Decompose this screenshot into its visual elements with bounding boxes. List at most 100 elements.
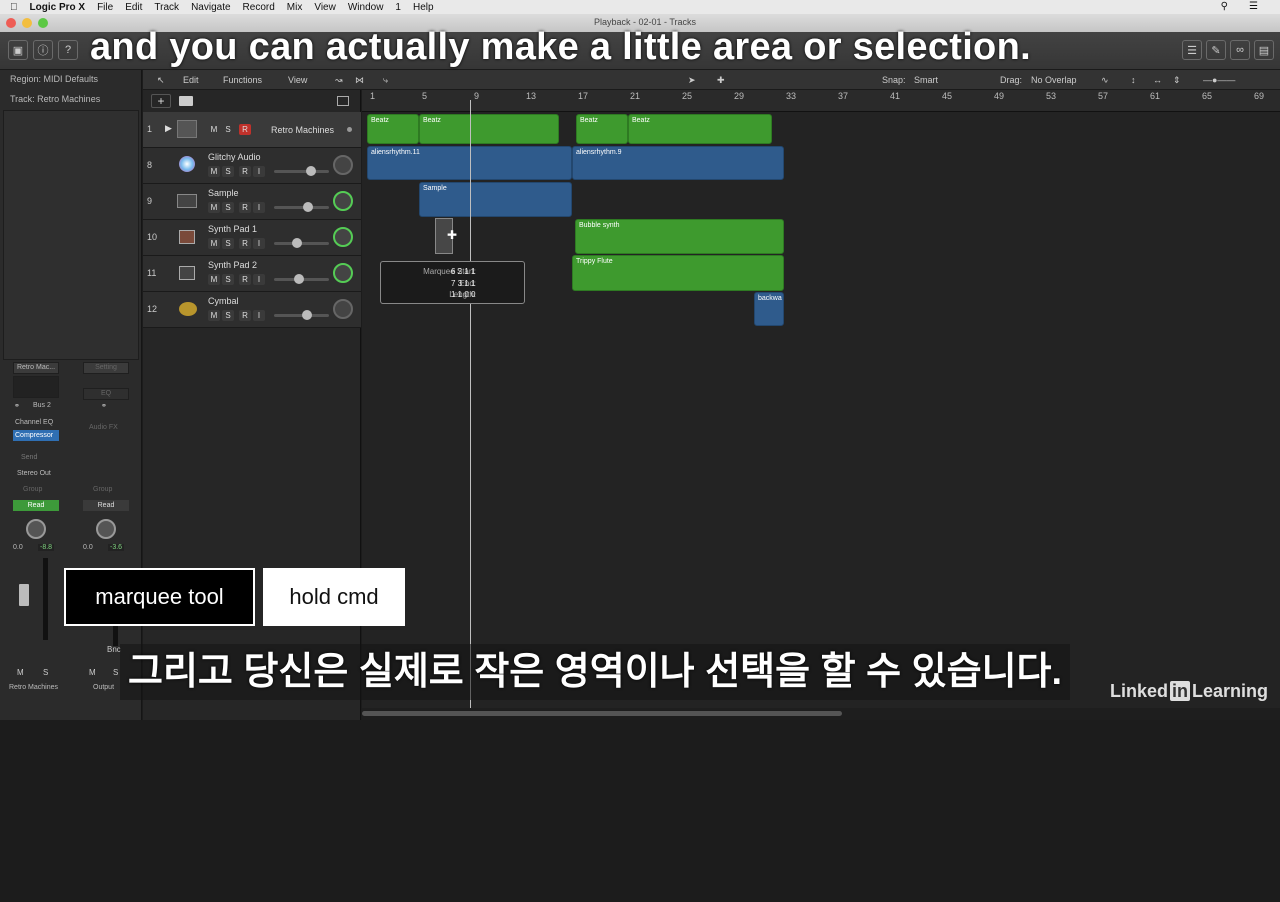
region-beatz[interactable]: Beatz: [576, 114, 628, 144]
compressor-slot[interactable]: Compressor: [13, 430, 59, 441]
volume-knob[interactable]: [294, 274, 304, 284]
pan-knob-2[interactable]: [96, 519, 116, 539]
region-beatz[interactable]: Beatz: [367, 114, 419, 144]
menu-track[interactable]: Track: [154, 2, 179, 13]
menu-record[interactable]: Record: [243, 2, 275, 13]
track-9[interactable]: 9 Sample M S R I: [143, 184, 361, 220]
solo-button-2[interactable]: S: [113, 668, 118, 677]
pan-knob[interactable]: [333, 227, 353, 247]
inspector-icon[interactable]: ⓘ: [33, 40, 53, 60]
menu-view[interactable]: View: [314, 2, 336, 13]
list-editors-icon[interactable]: ☰: [1182, 40, 1202, 60]
record-button[interactable]: R: [239, 238, 251, 249]
catch-icon[interactable]: ⤷: [383, 75, 388, 86]
link-icon[interactable]: ⚭: [14, 402, 20, 410]
mute-button[interactable]: M: [208, 202, 220, 213]
pan-knob[interactable]: [333, 191, 353, 211]
pan-knob[interactable]: [26, 519, 46, 539]
edit-menu[interactable]: Edit: [183, 75, 199, 85]
volume-knob[interactable]: [302, 310, 312, 320]
functions-menu[interactable]: Functions: [223, 75, 262, 85]
volume-fader[interactable]: [19, 584, 29, 606]
solo-button[interactable]: S: [222, 124, 234, 135]
minimize-window-button[interactable]: [22, 18, 32, 28]
tracks-area[interactable]: Beatz Beatz Beatz Beatz aliensrhythm.11 …: [362, 112, 1280, 708]
volume-knob[interactable]: [292, 238, 302, 248]
global-tracks-icon[interactable]: [337, 96, 349, 106]
menu-help[interactable]: Help: [413, 2, 434, 13]
horizontal-scrollbar[interactable]: [362, 708, 1280, 720]
track-name[interactable]: Synth Pad 2: [208, 260, 257, 270]
track-name[interactable]: Synth Pad 1: [208, 224, 257, 234]
send-slot[interactable]: Send: [21, 454, 37, 461]
region-inspector-header[interactable]: Region: MIDI Defaults: [10, 74, 98, 84]
note-pad-icon[interactable]: ✎: [1206, 40, 1226, 60]
volume-slider[interactable]: [274, 274, 329, 284]
mute-button[interactable]: M: [208, 166, 220, 177]
apple-icon[interactable]: : [10, 2, 18, 13]
bar-ruler[interactable]: 1 5 9 13 17 21 25 29 33 37 41 45 49 53 5…: [362, 90, 1280, 112]
region-trippy-flute[interactable]: Trippy Flute: [572, 255, 784, 291]
flex-icon[interactable]: ⋈: [355, 75, 364, 86]
vertical-zoom-icon[interactable]: ⇕: [1173, 75, 1181, 86]
pan-knob[interactable]: [333, 155, 353, 175]
loop-browser-icon[interactable]: ∞: [1230, 40, 1250, 60]
group-slot-2[interactable]: Group: [93, 486, 112, 493]
track-name[interactable]: Sample: [208, 188, 239, 198]
input-monitor-button[interactable]: I: [253, 274, 265, 285]
setting-button-2[interactable]: Setting: [83, 362, 129, 374]
volume-slider[interactable]: [274, 202, 329, 212]
automation-mode[interactable]: Read: [13, 500, 59, 511]
marquee-tool-icon[interactable]: ✚: [717, 75, 725, 86]
input-monitor-button[interactable]: I: [253, 166, 265, 177]
solo-button[interactable]: S: [222, 274, 234, 285]
track-1[interactable]: 1 ▶ M S R Retro Machines: [143, 112, 361, 148]
automation-icon[interactable]: ↝: [335, 75, 343, 86]
help-icon[interactable]: ?: [58, 40, 78, 60]
mute-button[interactable]: M: [208, 274, 220, 285]
link-icon-2[interactable]: ⚭: [101, 402, 107, 410]
disclosure-icon[interactable]: ▶: [165, 123, 172, 134]
track-10[interactable]: 10 Synth Pad 1 M S R I: [143, 220, 361, 256]
region-bubble-synth[interactable]: Bubble synth: [575, 219, 784, 254]
plugin-slot[interactable]: [13, 376, 59, 398]
region-beatz[interactable]: Beatz: [628, 114, 772, 144]
setting-button[interactable]: Retro Mac...: [13, 362, 59, 374]
input-monitor-button[interactable]: I: [253, 238, 265, 249]
zoom-window-button[interactable]: [38, 18, 48, 28]
mute-button[interactable]: M: [208, 124, 220, 135]
playhead[interactable]: [470, 100, 471, 720]
menu-window[interactable]: Window: [348, 2, 384, 13]
tool-back-icon[interactable]: ↖: [157, 75, 165, 86]
solo-button[interactable]: S: [222, 310, 234, 321]
region-backwards[interactable]: backwa: [754, 292, 784, 326]
solo-button[interactable]: S: [43, 668, 48, 677]
region-beatz[interactable]: Beatz: [419, 114, 559, 144]
menu-app[interactable]: Logic Pro X: [30, 2, 86, 13]
solo-button[interactable]: S: [222, 166, 234, 177]
view-menu[interactable]: View: [288, 75, 307, 85]
input-monitor-button[interactable]: I: [253, 202, 265, 213]
pan-knob[interactable]: [333, 299, 353, 319]
record-button[interactable]: R: [239, 310, 251, 321]
volume-slider[interactable]: [274, 310, 329, 320]
audio-fx-slot[interactable]: Audio FX: [89, 424, 118, 431]
snap-dropdown[interactable]: Smart: [914, 75, 938, 85]
automation-mode-2[interactable]: Read: [83, 500, 129, 511]
drag-dropdown[interactable]: No Overlap: [1031, 75, 1077, 85]
pointer-tool-icon[interactable]: ➤: [688, 75, 696, 86]
track-11[interactable]: 11 Synth Pad 2 M S R I: [143, 256, 361, 292]
track-name[interactable]: Cymbal: [208, 296, 239, 306]
input-monitor-button[interactable]: I: [253, 310, 265, 321]
fit-horizontal-icon[interactable]: ↔: [1153, 75, 1162, 85]
input-bus-label[interactable]: Bus 2: [33, 402, 51, 409]
record-button[interactable]: R: [239, 274, 251, 285]
output-slot[interactable]: Stereo Out: [17, 470, 51, 477]
volume-slider[interactable]: [274, 166, 329, 176]
track-name[interactable]: Glitchy Audio: [208, 152, 261, 162]
group-slot[interactable]: Group: [23, 486, 42, 493]
search-icon[interactable]: ⚲: [1221, 1, 1228, 12]
duplicate-track-icon[interactable]: [179, 96, 193, 106]
close-window-button[interactable]: [6, 18, 16, 28]
library-icon[interactable]: ▣: [8, 40, 28, 60]
